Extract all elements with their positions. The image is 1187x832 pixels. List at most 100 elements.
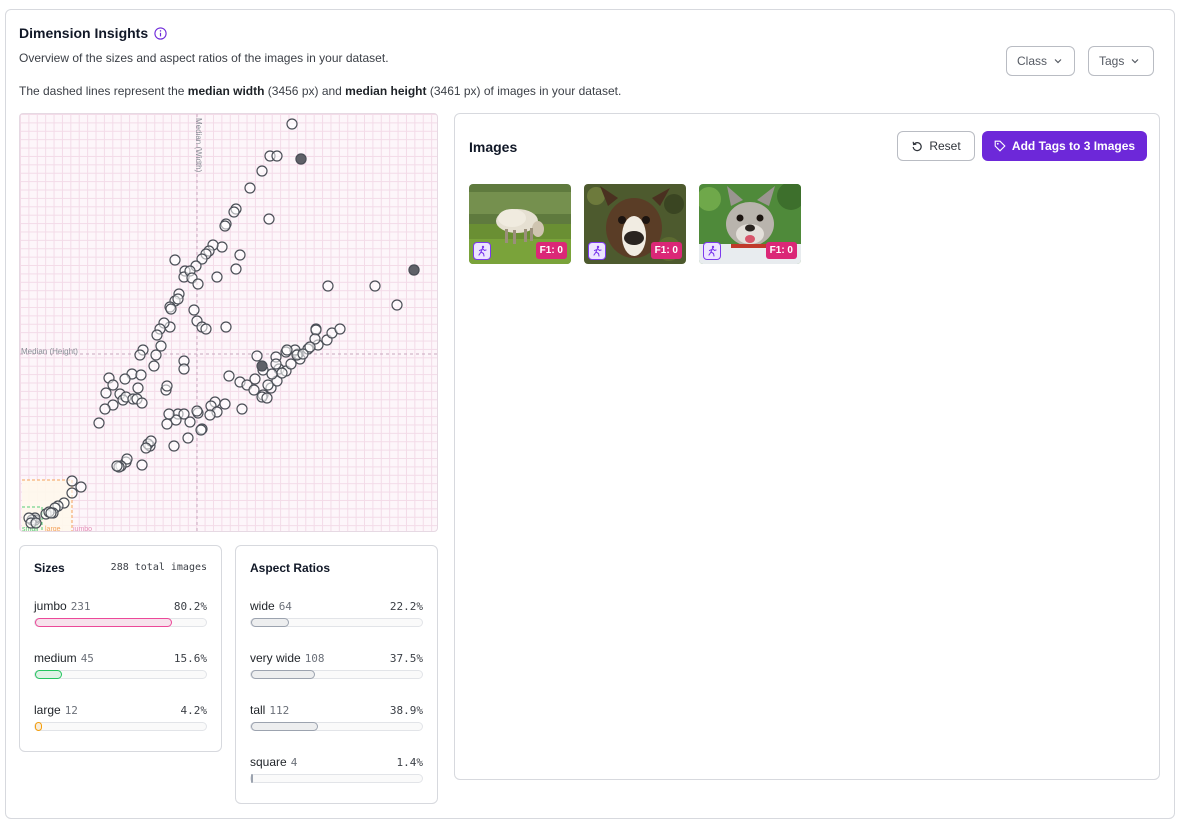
aspect-percent: 38.9%	[389, 704, 423, 717]
data-point[interactable]	[322, 280, 334, 292]
data-point[interactable]	[172, 293, 184, 305]
data-point[interactable]	[234, 249, 246, 261]
aspect-label: square 4	[250, 755, 298, 769]
data-point[interactable]	[150, 349, 162, 361]
data-point[interactable]	[369, 280, 381, 292]
selected-data-point[interactable]	[256, 360, 268, 372]
aspect-ratios-title: Aspect Ratios	[250, 561, 331, 575]
data-point[interactable]	[270, 358, 282, 370]
aspect-percent: 1.4%	[396, 756, 424, 769]
data-point[interactable]	[248, 384, 260, 396]
data-point[interactable]	[75, 481, 87, 493]
data-point[interactable]	[391, 299, 403, 311]
data-point[interactable]	[230, 263, 242, 275]
data-point[interactable]	[45, 507, 57, 519]
data-point[interactable]	[132, 382, 144, 394]
data-point[interactable]	[285, 358, 297, 370]
data-point[interactable]	[216, 241, 228, 253]
size-row-medium[interactable]: medium 45 15.6%	[34, 651, 207, 681]
size-row-jumbo[interactable]: jumbo 231 80.2%	[34, 599, 207, 629]
data-point[interactable]	[161, 418, 173, 430]
aspect-row-very-wide[interactable]: very wide 108 37.5%	[250, 651, 423, 681]
size-row-large[interactable]: large 12 4.2%	[34, 703, 207, 733]
data-point[interactable]	[107, 379, 119, 391]
data-point[interactable]	[200, 323, 212, 335]
data-point[interactable]	[182, 432, 194, 444]
data-point[interactable]	[286, 118, 298, 130]
data-point[interactable]	[99, 403, 111, 415]
aspect-row-square[interactable]: square 4 1.4%	[250, 755, 423, 785]
aspect-row-tall[interactable]: tall 112 38.9%	[250, 703, 423, 733]
data-point[interactable]	[151, 329, 163, 341]
data-points[interactable]	[23, 118, 420, 529]
selected-data-point[interactable]	[295, 153, 307, 165]
data-point[interactable]	[30, 517, 42, 529]
size-label: medium 45	[34, 651, 94, 665]
scatter-svg[interactable]: Median (Width) Median (Height) small lar…	[20, 114, 438, 532]
data-point[interactable]	[304, 341, 316, 353]
data-point[interactable]	[204, 409, 216, 421]
data-point[interactable]	[136, 459, 148, 471]
data-point[interactable]	[134, 349, 146, 361]
data-point[interactable]	[228, 206, 240, 218]
data-point[interactable]	[178, 363, 190, 375]
data-point[interactable]	[219, 398, 231, 410]
data-point[interactable]	[261, 392, 273, 404]
data-point[interactable]	[262, 379, 274, 391]
data-point[interactable]	[271, 150, 283, 162]
data-point[interactable]	[119, 373, 131, 385]
data-point[interactable]	[276, 367, 288, 379]
data-point[interactable]	[100, 387, 112, 399]
size-label: jumbo 231	[34, 599, 91, 613]
data-point[interactable]	[244, 182, 256, 194]
data-point[interactable]	[334, 323, 346, 335]
data-point[interactable]	[155, 340, 167, 352]
data-point[interactable]	[66, 475, 78, 487]
data-point[interactable]	[195, 424, 207, 436]
class-filter-button[interactable]: Class	[1006, 46, 1075, 76]
aspect-row-wide[interactable]: wide 64 22.2%	[250, 599, 423, 629]
data-point[interactable]	[169, 254, 181, 266]
data-point[interactable]	[236, 403, 248, 415]
size-bar	[34, 618, 207, 627]
data-point[interactable]	[140, 442, 152, 454]
data-point[interactable]	[249, 373, 261, 385]
reset-button[interactable]: Reset	[897, 131, 975, 161]
tag-icon	[994, 140, 1006, 152]
data-point[interactable]	[165, 303, 177, 315]
selected-data-point[interactable]	[408, 264, 420, 276]
data-point[interactable]	[211, 271, 223, 283]
data-point[interactable]	[220, 321, 232, 333]
data-point[interactable]	[178, 408, 190, 420]
data-point[interactable]	[188, 304, 200, 316]
data-point[interactable]	[192, 278, 204, 290]
data-point[interactable]	[281, 344, 293, 356]
data-point[interactable]	[266, 368, 278, 380]
data-point[interactable]	[111, 460, 123, 472]
dimension-scatter-plot[interactable]: Median (Width) Median (Height) small lar…	[19, 113, 438, 532]
data-point[interactable]	[256, 165, 268, 177]
info-icon[interactable]	[154, 26, 167, 40]
data-point[interactable]	[136, 397, 148, 409]
image-thumbnail-sheep[interactable]: F1: 0	[469, 184, 571, 264]
title-row: Dimension Insights	[19, 25, 167, 41]
data-point[interactable]	[219, 220, 231, 232]
size-percent: 4.2%	[180, 704, 208, 717]
data-point[interactable]	[251, 350, 263, 362]
add-tags-label: Add Tags to 3 Images	[1011, 139, 1136, 153]
data-point[interactable]	[66, 487, 78, 499]
data-point[interactable]	[163, 408, 175, 420]
data-point[interactable]	[135, 369, 147, 381]
image-thumbnail-dog[interactable]: F1: 0	[584, 184, 686, 264]
data-point[interactable]	[191, 405, 203, 417]
data-point[interactable]	[148, 360, 160, 372]
data-point[interactable]	[93, 417, 105, 429]
data-point[interactable]	[263, 213, 275, 225]
data-point[interactable]	[223, 370, 235, 382]
data-point[interactable]	[161, 380, 173, 392]
aspect-label: very wide 108	[250, 651, 325, 665]
add-tags-button[interactable]: Add Tags to 3 Images	[982, 131, 1147, 161]
image-thumbnail-bulldog[interactable]: F1: 0	[699, 184, 801, 264]
tags-filter-button[interactable]: Tags	[1088, 46, 1154, 76]
data-point[interactable]	[168, 440, 180, 452]
